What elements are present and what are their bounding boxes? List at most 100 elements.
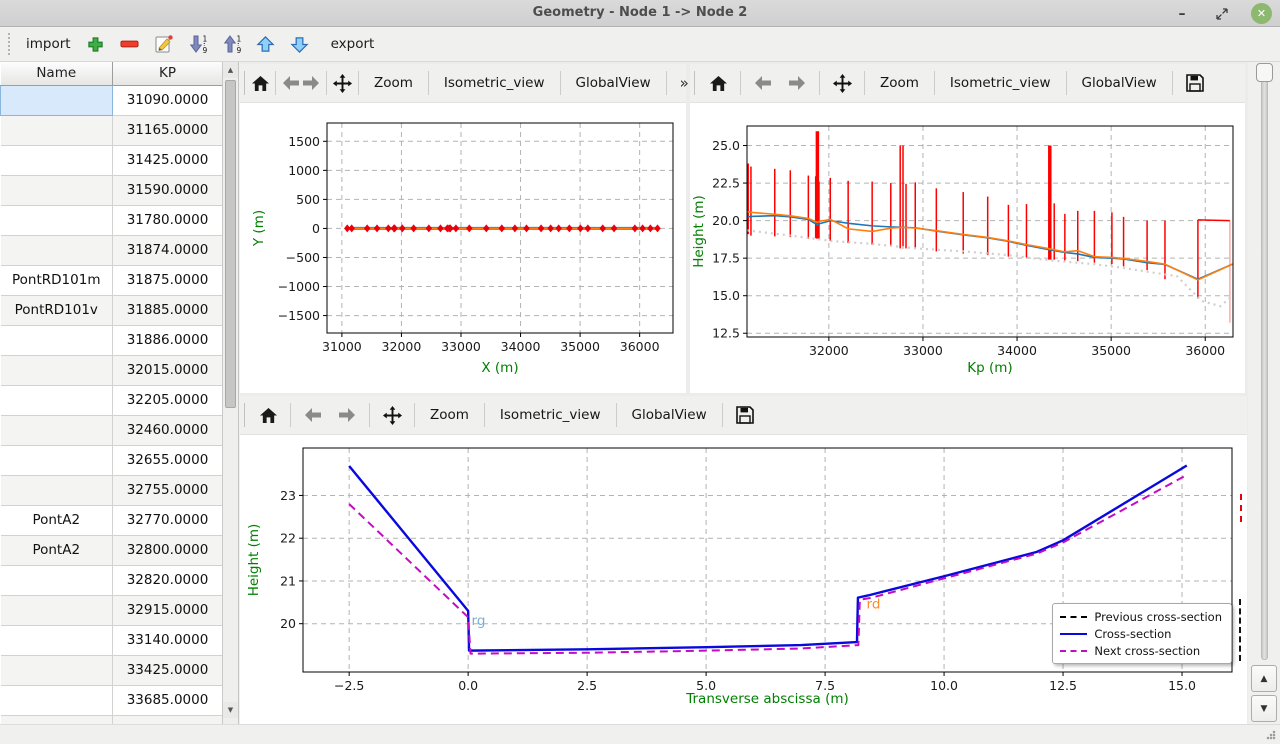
table-row[interactable]: 31874.0000 bbox=[1, 235, 223, 265]
kp-cell[interactable]: 32205.0000 bbox=[113, 385, 223, 415]
pan-button[interactable] bbox=[825, 68, 859, 98]
kp-cell[interactable]: 31874.0000 bbox=[113, 235, 223, 265]
table-row[interactable]: 32655.0000 bbox=[1, 445, 223, 475]
home-button[interactable] bbox=[701, 68, 735, 98]
sort-descending-button[interactable]: 1 9 bbox=[183, 30, 213, 58]
save-button[interactable] bbox=[728, 400, 762, 430]
table-row[interactable]: 33140.0000 bbox=[1, 625, 223, 655]
kp-cell[interactable]: 32800.0000 bbox=[113, 535, 223, 565]
vertical-slider-thumb[interactable] bbox=[1256, 63, 1273, 82]
forward-button[interactable] bbox=[780, 68, 814, 98]
kp-cell[interactable]: 32015.0000 bbox=[113, 355, 223, 385]
table-scrollbar[interactable]: ▲ ▼ bbox=[222, 62, 238, 724]
name-cell[interactable] bbox=[1, 325, 113, 355]
forward-button[interactable] bbox=[330, 400, 364, 430]
home-button[interactable] bbox=[251, 68, 270, 98]
kp-cell[interactable]: 31090.0000 bbox=[113, 85, 223, 115]
move-up-button[interactable] bbox=[251, 30, 281, 58]
kp-cell[interactable]: 33140.0000 bbox=[113, 625, 223, 655]
table-row[interactable]: 32015.0000 bbox=[1, 355, 223, 385]
name-cell[interactable] bbox=[1, 445, 113, 475]
table-row[interactable]: 31165.0000 bbox=[1, 115, 223, 145]
kp-cell[interactable]: 31165.0000 bbox=[113, 115, 223, 145]
kp-cell[interactable]: 33425.0000 bbox=[113, 655, 223, 685]
kp-cell[interactable]: 31780.0000 bbox=[113, 205, 223, 235]
table-row[interactable]: PontRD101m31875.0000 bbox=[1, 265, 223, 295]
kp-cell[interactable]: 31886.0000 bbox=[113, 325, 223, 355]
table-row[interactable]: PontA232770.0000 bbox=[1, 505, 223, 535]
rail-down-button[interactable]: ▼ bbox=[1251, 695, 1277, 722]
table-row[interactable]: 33425.0000 bbox=[1, 655, 223, 685]
global-view-button[interactable]: GlobalView bbox=[622, 402, 717, 428]
name-cell[interactable] bbox=[1, 385, 113, 415]
table-row[interactable]: PontRD101v31885.0000 bbox=[1, 295, 223, 325]
kp-cell[interactable]: 31875.0000 bbox=[113, 265, 223, 295]
back-button[interactable] bbox=[746, 68, 780, 98]
table-row[interactable]: 31590.0000 bbox=[1, 175, 223, 205]
table-row[interactable]: 32820.0000 bbox=[1, 565, 223, 595]
column-header-kp[interactable]: KP bbox=[113, 62, 223, 85]
add-row-button[interactable] bbox=[81, 30, 111, 58]
name-cell[interactable] bbox=[1, 415, 113, 445]
kp-cell[interactable]: 33685.0000 bbox=[113, 685, 223, 715]
vertical-slider-track[interactable] bbox=[1261, 64, 1268, 660]
resize-grip[interactable] bbox=[1266, 730, 1276, 740]
import-button[interactable]: import bbox=[18, 32, 79, 56]
table-row[interactable]: 32915.0000 bbox=[1, 595, 223, 625]
pan-button[interactable] bbox=[332, 68, 353, 98]
isometric-view-button[interactable]: Isometric_view bbox=[434, 70, 555, 96]
table-row[interactable]: 32755.0000 bbox=[1, 475, 223, 505]
export-button[interactable]: export bbox=[323, 32, 383, 56]
kp-cell[interactable]: 32655.0000 bbox=[113, 445, 223, 475]
kp-cell[interactable]: 32755.0000 bbox=[113, 475, 223, 505]
table-row[interactable]: 31780.0000 bbox=[1, 205, 223, 235]
pan-button[interactable] bbox=[375, 400, 409, 430]
sort-ascending-button[interactable]: 1 9 bbox=[217, 30, 247, 58]
kp-cell[interactable]: 32770.0000 bbox=[113, 505, 223, 535]
name-cell[interactable] bbox=[1, 625, 113, 655]
name-cell[interactable] bbox=[1, 595, 113, 625]
name-cell[interactable] bbox=[1, 145, 113, 175]
rail-up-button[interactable]: ▲ bbox=[1251, 665, 1277, 692]
name-cell[interactable] bbox=[1, 475, 113, 505]
isometric-view-button[interactable]: Isometric_view bbox=[490, 402, 611, 428]
name-cell[interactable]: PontA2 bbox=[1, 535, 113, 565]
name-cell[interactable] bbox=[1, 715, 113, 724]
home-button[interactable] bbox=[251, 400, 285, 430]
kp-cell[interactable]: 31885.0000 bbox=[113, 295, 223, 325]
table-row[interactable]: 31425.0000 bbox=[1, 145, 223, 175]
name-cell[interactable] bbox=[1, 655, 113, 685]
kp-cell[interactable]: 32915.0000 bbox=[113, 595, 223, 625]
remove-row-button[interactable] bbox=[115, 30, 145, 58]
back-button[interactable] bbox=[281, 68, 301, 98]
table-row[interactable]: 31090.0000 bbox=[1, 85, 223, 115]
save-button[interactable] bbox=[1178, 68, 1212, 98]
name-cell[interactable]: PontRD101m bbox=[1, 265, 113, 295]
name-cell[interactable] bbox=[1, 685, 113, 715]
global-view-button[interactable]: GlobalView bbox=[1072, 70, 1167, 96]
kp-cell[interactable]: 32460.0000 bbox=[113, 415, 223, 445]
forward-button[interactable] bbox=[301, 68, 321, 98]
column-header-name[interactable]: Name bbox=[1, 62, 113, 85]
zoom-button[interactable]: Zoom bbox=[420, 402, 479, 428]
scroll-up-button[interactable]: ▲ bbox=[223, 62, 238, 78]
isometric-view-button[interactable]: Isometric_view bbox=[940, 70, 1061, 96]
kp-cell[interactable] bbox=[113, 715, 223, 724]
name-cell[interactable] bbox=[1, 235, 113, 265]
name-cell[interactable]: PontRD101v bbox=[1, 295, 113, 325]
name-cell[interactable] bbox=[1, 355, 113, 385]
move-down-button[interactable] bbox=[285, 30, 315, 58]
name-cell[interactable] bbox=[1, 205, 113, 235]
table-row[interactable]: 32460.0000 bbox=[1, 415, 223, 445]
table-row[interactable] bbox=[1, 715, 223, 724]
name-cell[interactable] bbox=[1, 85, 113, 115]
back-button[interactable] bbox=[296, 400, 330, 430]
kp-cell[interactable]: 31425.0000 bbox=[113, 145, 223, 175]
scroll-down-button[interactable]: ▼ bbox=[223, 702, 238, 718]
edit-button[interactable] bbox=[149, 30, 179, 58]
table-row[interactable]: 31886.0000 bbox=[1, 325, 223, 355]
zoom-button[interactable]: Zoom bbox=[870, 70, 929, 96]
table-row[interactable]: 32205.0000 bbox=[1, 385, 223, 415]
table-row[interactable]: PontA232800.0000 bbox=[1, 535, 223, 565]
zoom-button[interactable]: Zoom bbox=[364, 70, 423, 96]
